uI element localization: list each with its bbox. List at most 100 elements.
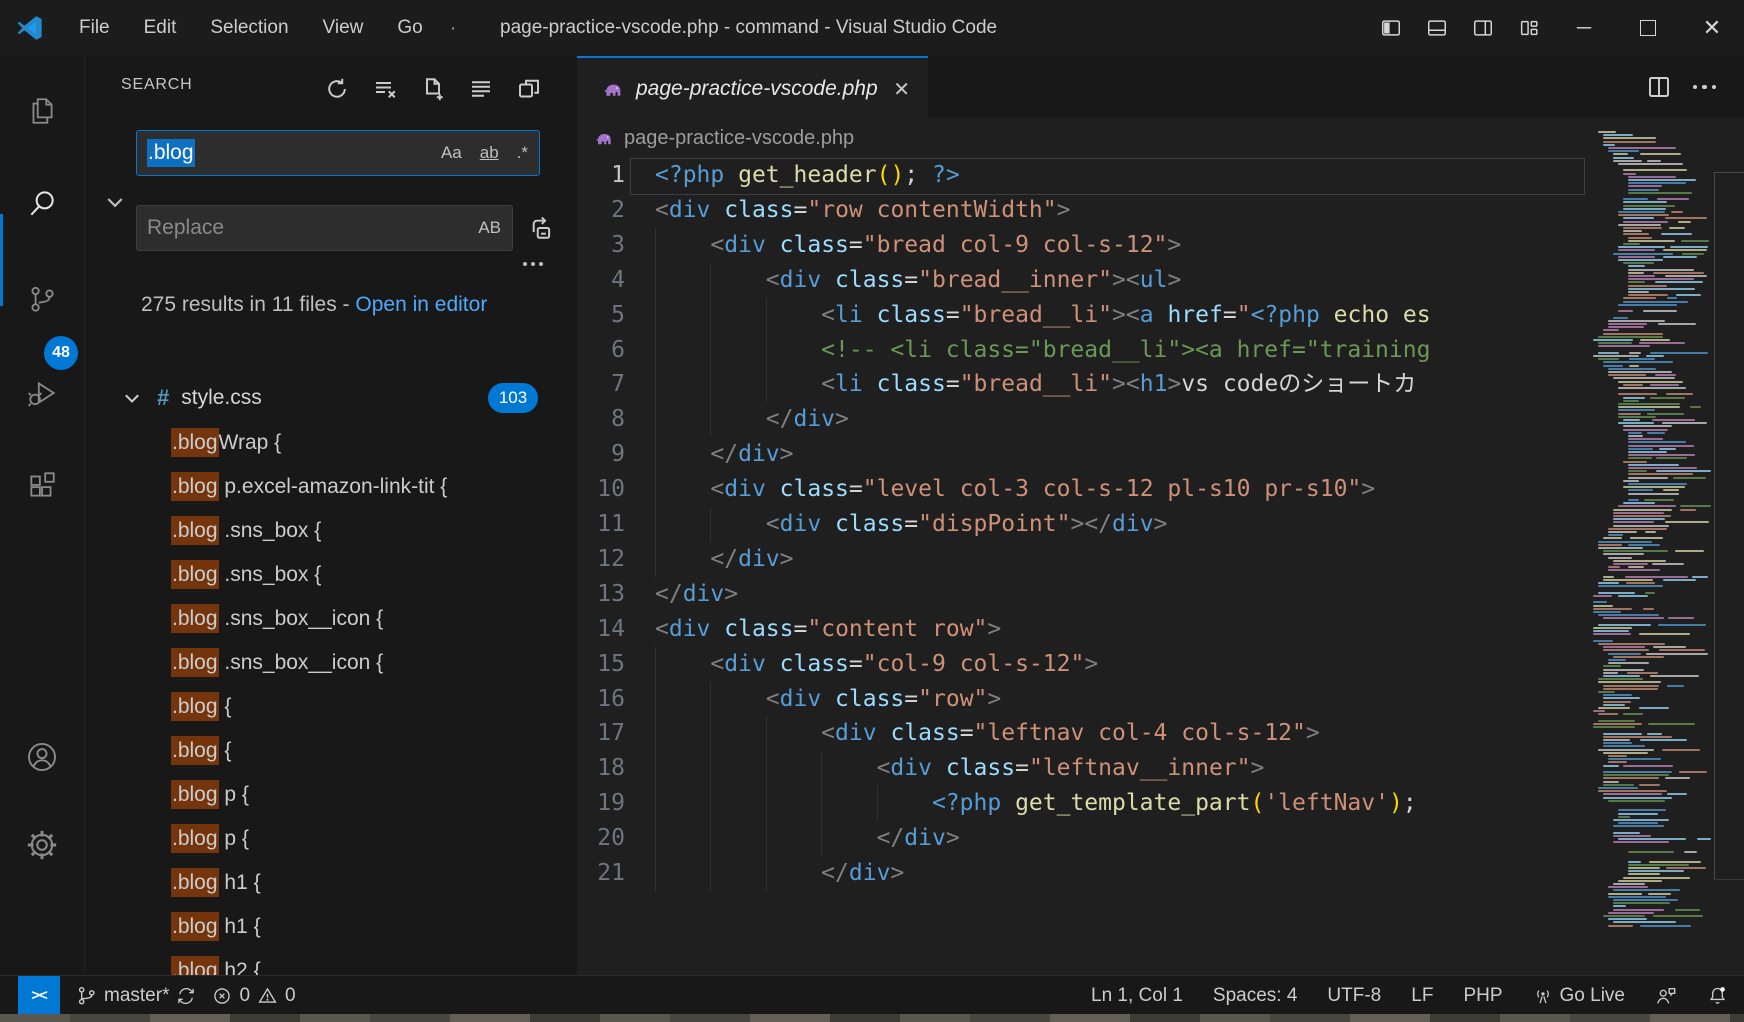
eol-item[interactable]: LF [1411,985,1433,1007]
toggle-replace-chevron-icon[interactable] [103,190,127,214]
search-result-item[interactable]: .blog { [85,729,578,773]
code-line[interactable]: 9 </div> [577,437,1596,472]
remote-indicator[interactable]: >< [18,976,60,1015]
code-line[interactable]: 8 </div> [577,402,1596,437]
code-line[interactable]: 14<div class="content row"> [577,612,1596,647]
language-mode-item[interactable]: PHP [1463,985,1502,1007]
code-line[interactable]: 11 <div class="dispPoint"></div> [577,507,1596,542]
code-line[interactable]: 10 <div class="level col-3 col-s-12 pl-s… [577,472,1596,507]
replace-input[interactable]: Replace AB [136,205,513,251]
preserve-case-toggle[interactable]: AB [475,217,504,239]
open-new-search-editor-icon[interactable] [416,72,450,106]
breadcrumb[interactable]: page-practice-vscode.php [577,118,1744,158]
window-minimize-button[interactable]: ─ [1552,0,1616,56]
open-results-in-editor-icon[interactable] [512,72,546,106]
collapse-all-icon[interactable] [464,72,498,106]
code-line[interactable]: 13</div> [577,577,1596,612]
search-input[interactable]: .blog Aa ab .* [136,130,540,176]
replace-all-icon[interactable] [523,211,559,245]
split-editor-icon[interactable] [1647,75,1671,99]
search-result-item[interactable]: .blog p.excel-amazon-link-tit { [85,465,578,509]
code-line[interactable]: 19 <?php get_template_part('leftNav'); [577,786,1596,821]
tab-page-practice-vscode[interactable]: page-practice-vscode.php ✕ [577,56,928,120]
line-number: 12 [577,542,625,577]
refresh-icon[interactable] [320,72,354,106]
chevron-down-icon[interactable] [121,387,143,409]
more-actions-icon[interactable] [1693,85,1717,90]
code-line[interactable]: 12 </div> [577,542,1596,577]
code-area[interactable]: 1<?php get_header(); ?>2<div class="row … [577,158,1596,975]
match-case-toggle[interactable]: Aa [438,142,465,164]
toggle-panel-icon[interactable] [1414,0,1460,56]
code-line[interactable]: 7 <li class="bread__li"><h1>vs codeのショート… [577,367,1596,402]
source-control-icon[interactable] [0,254,84,344]
code-line[interactable]: 4 <div class="bread__inner"><ul> [577,263,1596,298]
menu-view[interactable]: View [306,0,381,56]
minimap[interactable] [1593,131,1714,941]
scrollbar-slider[interactable] [1714,172,1744,880]
code-line-text: <?php get_header(); ?> [655,158,960,193]
search-result-item[interactable]: .blog .sns_box { [85,509,578,553]
notifications-bell-icon[interactable] [1707,985,1728,1006]
settings-gear-icon[interactable] [0,800,84,890]
feedback-icon[interactable] [1655,985,1677,1007]
menu-go[interactable]: Go [380,0,439,56]
file-result-group[interactable]: # style.css 103 [85,376,578,420]
code-line[interactable]: 3 <div class="bread col-9 col-s-12"> [577,228,1596,263]
code-line-text: <div class="row contentWidth"> [655,193,1070,228]
menu-edit[interactable]: Edit [127,0,194,56]
window-maximize-button[interactable] [1616,0,1680,56]
git-branch-item[interactable]: master* [76,985,196,1007]
line-number: 11 [577,507,625,542]
search-result-item[interactable]: .blogWrap { [85,421,578,465]
indentation-item[interactable]: Spaces: 4 [1213,985,1298,1007]
code-line[interactable]: 20 </div> [577,821,1596,856]
whole-word-toggle[interactable]: ab [477,142,502,164]
regex-toggle[interactable]: .* [514,142,531,164]
match-highlight: .blog [171,428,219,457]
search-icon[interactable] [0,158,84,248]
sync-icon[interactable] [176,986,196,1006]
toggle-sidebar-icon[interactable] [1368,0,1414,56]
code-line[interactable]: 17 <div class="leftnav col-4 col-s-12"> [577,716,1596,751]
code-line-text: <div class="bread__inner"><ul> [655,263,1181,298]
tab-close-icon[interactable]: ✕ [893,77,910,102]
cursor-position-item[interactable]: Ln 1, Col 1 [1091,985,1183,1007]
search-result-item[interactable]: .blog h1 { [85,905,578,949]
run-debug-icon[interactable] [0,348,84,438]
customize-layout-icon[interactable] [1506,0,1552,56]
vscode-logo-icon [16,14,44,42]
code-line[interactable]: 16 <div class="row"> [577,682,1596,717]
code-line[interactable]: 21 </div> [577,856,1596,891]
explorer-icon[interactable] [0,66,84,156]
toggle-secondary-sidebar-icon[interactable] [1460,0,1506,56]
clear-search-results-icon[interactable] [368,72,402,106]
search-result-item[interactable]: .blog .sns_box { [85,553,578,597]
problems-item[interactable]: 0 0 [212,985,295,1007]
go-live-item[interactable]: Go Live [1533,985,1625,1007]
search-result-item[interactable]: .blog { [85,685,578,729]
results-summary-text: 275 results in 11 files - [141,293,355,316]
match-context: p.excel-amazon-link-tit { [219,475,448,498]
menu-overflow-dot[interactable]: · [440,17,467,40]
search-result-item[interactable]: .blog .sns_box__icon { [85,641,578,685]
menu-selection[interactable]: Selection [193,0,305,56]
code-line[interactable]: 1<?php get_header(); ?> [577,158,1596,193]
search-result-item[interactable]: .blog h2 { [85,949,578,975]
encoding-item[interactable]: UTF-8 [1327,985,1381,1007]
code-line[interactable]: 6 <!-- <li class="bread__li"><a href="tr… [577,333,1596,368]
code-line[interactable]: 2<div class="row contentWidth"> [577,193,1596,228]
code-line[interactable]: 18 <div class="leftnav__inner"> [577,751,1596,786]
search-result-item[interactable]: .blog h1 { [85,861,578,905]
search-result-item[interactable]: .blog p { [85,817,578,861]
menu-file[interactable]: File [62,0,127,56]
window-close-button[interactable]: ✕ [1680,0,1744,56]
extensions-icon[interactable] [0,440,84,530]
open-in-editor-link[interactable]: Open in editor [355,293,487,316]
code-line[interactable]: 5 <li class="bread__li"><a href="<?php e… [577,298,1596,333]
search-result-item[interactable]: .blog p { [85,773,578,817]
accounts-icon[interactable] [0,712,84,802]
code-line[interactable]: 15 <div class="col-9 col-s-12"> [577,647,1596,682]
toggle-search-details-icon[interactable] [513,252,553,276]
search-result-item[interactable]: .blog .sns_box__icon { [85,597,578,641]
